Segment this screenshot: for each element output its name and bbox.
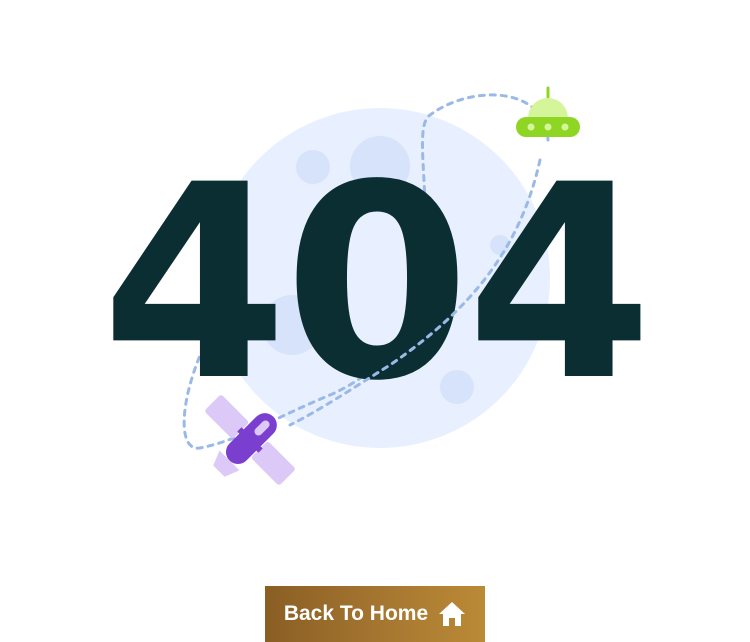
ufo-icon — [516, 86, 580, 137]
illustration-overlay — [205, 86, 580, 485]
satellite-icon — [205, 395, 295, 485]
home-icon — [439, 602, 466, 626]
back-to-home-button[interactable]: Back To Home — [265, 586, 485, 642]
orbit-path-front — [288, 158, 542, 427]
back-to-home-label: Back To Home — [283, 602, 429, 625]
